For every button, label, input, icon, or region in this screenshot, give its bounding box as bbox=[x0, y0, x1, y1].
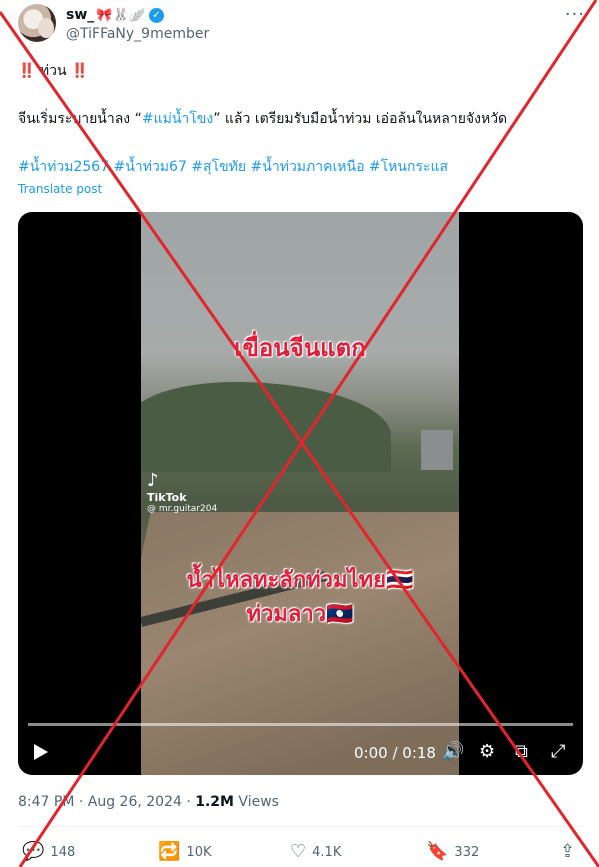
action-bar: 💬 148 🔁 10K ♡ 4.1K 🔖 332 ⇪ bbox=[18, 842, 583, 866]
post-line-1: ‼️ ท่วน ‼️ bbox=[18, 60, 88, 82]
video-player[interactable]: เขื่อนจีนแตก น้ำไหลทะลักท่วมไทย🇹🇭 ท่วมลา… bbox=[18, 212, 583, 775]
bookmark-icon: 🔖 bbox=[426, 841, 449, 862]
post-line-2: จีนเริ่มระบายน้ำลง “#แม่น้ำโขง” แล้ว เตร… bbox=[18, 108, 507, 130]
video-overlay-mid: น้ำไหลทะลักท่วมไทย🇹🇭 bbox=[186, 568, 414, 593]
reply-count: 148 bbox=[50, 844, 76, 860]
settings-icon[interactable]: ⚙ bbox=[479, 742, 495, 762]
hashtags-line[interactable]: #น้ำท่วม2567 #น้ำท่วม67 #สุโขทัย #น้ำท่ว… bbox=[18, 156, 448, 178]
views-count: 1.2M bbox=[195, 794, 234, 810]
video-frame[interactable]: เขื่อนจีนแตก น้ำไหลทะลักท่วมไทย🇹🇭 ท่วมลา… bbox=[141, 212, 459, 775]
tiktok-brand: TikTok bbox=[147, 491, 187, 504]
views-label: Views bbox=[233, 794, 279, 810]
author-handle[interactable]: @TiFFaNy_9member bbox=[66, 26, 209, 42]
reply-button[interactable]: 💬 148 bbox=[22, 842, 75, 862]
translate-post-link[interactable]: Translate post bbox=[18, 182, 102, 196]
bookmark-count: 332 bbox=[454, 844, 480, 860]
repost-button[interactable]: 🔁 10K bbox=[158, 842, 212, 862]
divider bbox=[18, 826, 583, 827]
like-button[interactable]: ♡ 4.1K bbox=[290, 842, 341, 862]
post-timestamp[interactable]: 8:47 PM · Aug 26, 2024 · bbox=[18, 794, 195, 810]
tiktok-user: @ mr.guitar204 bbox=[147, 504, 218, 514]
verified-icon: ✓ bbox=[148, 7, 164, 23]
post-header: sw_ 🎀🐰🪽 ✓ @TiFFaNy_9member ··· bbox=[0, 0, 599, 52]
video-overlay-bottom: ท่วมลาว🇱🇦 bbox=[246, 602, 354, 627]
author-name[interactable]: sw_ bbox=[66, 7, 94, 23]
video-progress-bar[interactable] bbox=[28, 723, 573, 726]
video-hill bbox=[141, 382, 391, 472]
avatar[interactable] bbox=[18, 4, 56, 42]
alert-icon-right: ‼️ bbox=[71, 63, 89, 79]
repost-count: 10K bbox=[186, 844, 212, 860]
post-line-1-text: ท่วน bbox=[39, 63, 67, 79]
volume-icon[interactable]: 🔊 bbox=[442, 742, 464, 762]
video-river bbox=[141, 512, 459, 775]
name-emojis: 🎀🐰🪽 bbox=[96, 7, 145, 23]
heart-icon: ♡ bbox=[290, 841, 307, 862]
tiktok-watermark: ♪ TikTok @ mr.guitar204 bbox=[147, 470, 217, 514]
post-meta: 8:47 PM · Aug 26, 2024 · 1.2M Views bbox=[18, 794, 279, 810]
fullscreen-icon[interactable]: ⤢ bbox=[551, 742, 565, 762]
more-options-icon[interactable]: ··· bbox=[565, 4, 585, 25]
video-building bbox=[421, 430, 453, 470]
bookmark-button[interactable]: 🔖 332 bbox=[426, 842, 479, 862]
tiktok-note-icon: ♪ bbox=[147, 470, 159, 491]
author-name-row[interactable]: sw_ 🎀🐰🪽 ✓ bbox=[66, 6, 164, 24]
share-button[interactable]: ⇪ bbox=[560, 842, 575, 862]
reply-icon: 💬 bbox=[22, 841, 45, 862]
video-overlay-top: เขื่อนจีนแตก bbox=[234, 334, 366, 362]
share-icon: ⇪ bbox=[560, 841, 576, 862]
repost-icon: 🔁 bbox=[158, 841, 181, 862]
like-count: 4.1K bbox=[312, 844, 342, 860]
alert-icon-left: ‼️ bbox=[18, 63, 36, 79]
hashtag-link-mekong[interactable]: #แม่น้ำโขง bbox=[142, 111, 213, 127]
post-line-2-before: จีนเริ่มระบายน้ำลง “ bbox=[18, 111, 142, 127]
picture-in-picture-icon[interactable]: ⧉ bbox=[515, 742, 528, 762]
play-icon[interactable] bbox=[34, 744, 48, 760]
video-time: 0:00 / 0:18 bbox=[354, 744, 436, 762]
post-line-2-after: ” แล้ว เตรียมรับมือน้ำท่วม เอ่อล้นในหลาย… bbox=[213, 111, 508, 127]
